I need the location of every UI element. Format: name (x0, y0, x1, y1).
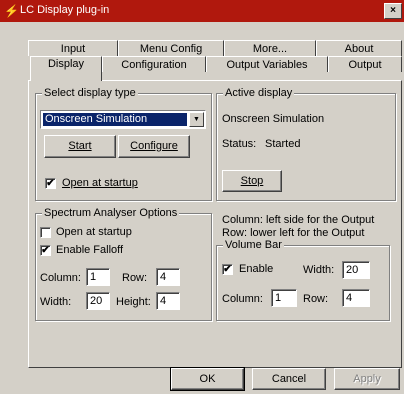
close-button[interactable]: × (384, 3, 402, 19)
open-at-startup-checkbox[interactable]: ✔ (45, 178, 56, 189)
spectrum-height-label: Height: (116, 296, 151, 308)
tab-display[interactable]: Display (30, 56, 102, 81)
enable-falloff-checkbox[interactable]: ✔ (40, 245, 51, 256)
volume-enable-label: Enable (239, 263, 274, 275)
tab-output-variables[interactable]: Output Variables (206, 56, 328, 72)
volume-width-input[interactable]: 20 (342, 261, 370, 279)
spectrum-height-input[interactable]: 4 (156, 292, 180, 310)
spectrum-options-legend: Spectrum Analyser Options (42, 207, 180, 219)
tab-configuration[interactable]: Configuration (102, 56, 206, 72)
spectrum-width-input[interactable]: 20 (86, 292, 110, 310)
stop-button-label: Stop (240, 175, 264, 187)
chevron-down-icon[interactable]: ▼ (189, 112, 204, 127)
spectrum-open-at-startup-checkbox[interactable] (40, 227, 51, 238)
volume-width-label: Width: (303, 264, 335, 276)
configure-button[interactable]: Configure (118, 135, 190, 158)
start-button[interactable]: Start (44, 135, 116, 158)
volume-bar-group: Volume Bar (216, 239, 390, 321)
volume-enable-checkbox[interactable]: ✔ (222, 264, 233, 275)
spectrum-column-label: Column: (40, 272, 81, 284)
tab-input[interactable]: Input (28, 40, 118, 56)
tab-more[interactable]: More... (224, 40, 316, 56)
active-display-name: Onscreen Simulation (222, 113, 325, 125)
dialog-window: ⚡ LC Display plug-in × Input Menu Config… (0, 0, 404, 394)
close-icon: × (390, 5, 396, 16)
spectrum-row-label: Row: (122, 272, 148, 284)
spectrum-width-label: Width: (40, 296, 72, 308)
tab-menu-config[interactable]: Menu Config (118, 40, 224, 56)
open-at-startup-label: Open at startup (62, 177, 138, 189)
spectrum-column-input[interactable]: 1 (86, 268, 110, 286)
active-display-legend: Active display (223, 87, 295, 99)
row-note: Row: lower left for the Output (222, 227, 365, 239)
volume-bar-legend: Volume Bar (223, 239, 284, 251)
display-type-selected: Onscreen Simulation (43, 113, 187, 126)
status-label: Status: (222, 138, 257, 150)
status-value: Started (265, 138, 301, 150)
stop-button[interactable]: Stop (222, 170, 282, 192)
ok-button[interactable]: OK (170, 367, 245, 391)
volume-row-label: Row: (303, 293, 329, 305)
app-icon: ⚡ (4, 4, 19, 18)
start-button-label: Start (68, 140, 92, 152)
spectrum-row-input[interactable]: 4 (156, 268, 180, 286)
title-bar[interactable]: ⚡ LC Display plug-in × (0, 0, 404, 22)
volume-column-label: Column: (222, 293, 263, 305)
select-display-type-legend: Select display type (42, 87, 138, 99)
spectrum-open-at-startup-label: Open at startup (56, 226, 132, 238)
window-title: LC Display plug-in (20, 4, 110, 16)
column-note: Column: left side for the Output (222, 214, 375, 226)
cancel-button[interactable]: Cancel (252, 368, 326, 390)
display-type-select[interactable]: Onscreen Simulation ▼ (40, 110, 206, 129)
configure-button-label: Configure (130, 140, 178, 152)
tab-output[interactable]: Output (328, 56, 402, 72)
volume-column-input[interactable]: 1 (271, 289, 297, 307)
enable-falloff-label: Enable Falloff (56, 244, 124, 256)
tab-about[interactable]: About (316, 40, 402, 56)
apply-button[interactable]: Apply (334, 368, 400, 390)
volume-row-input[interactable]: 4 (342, 289, 370, 307)
